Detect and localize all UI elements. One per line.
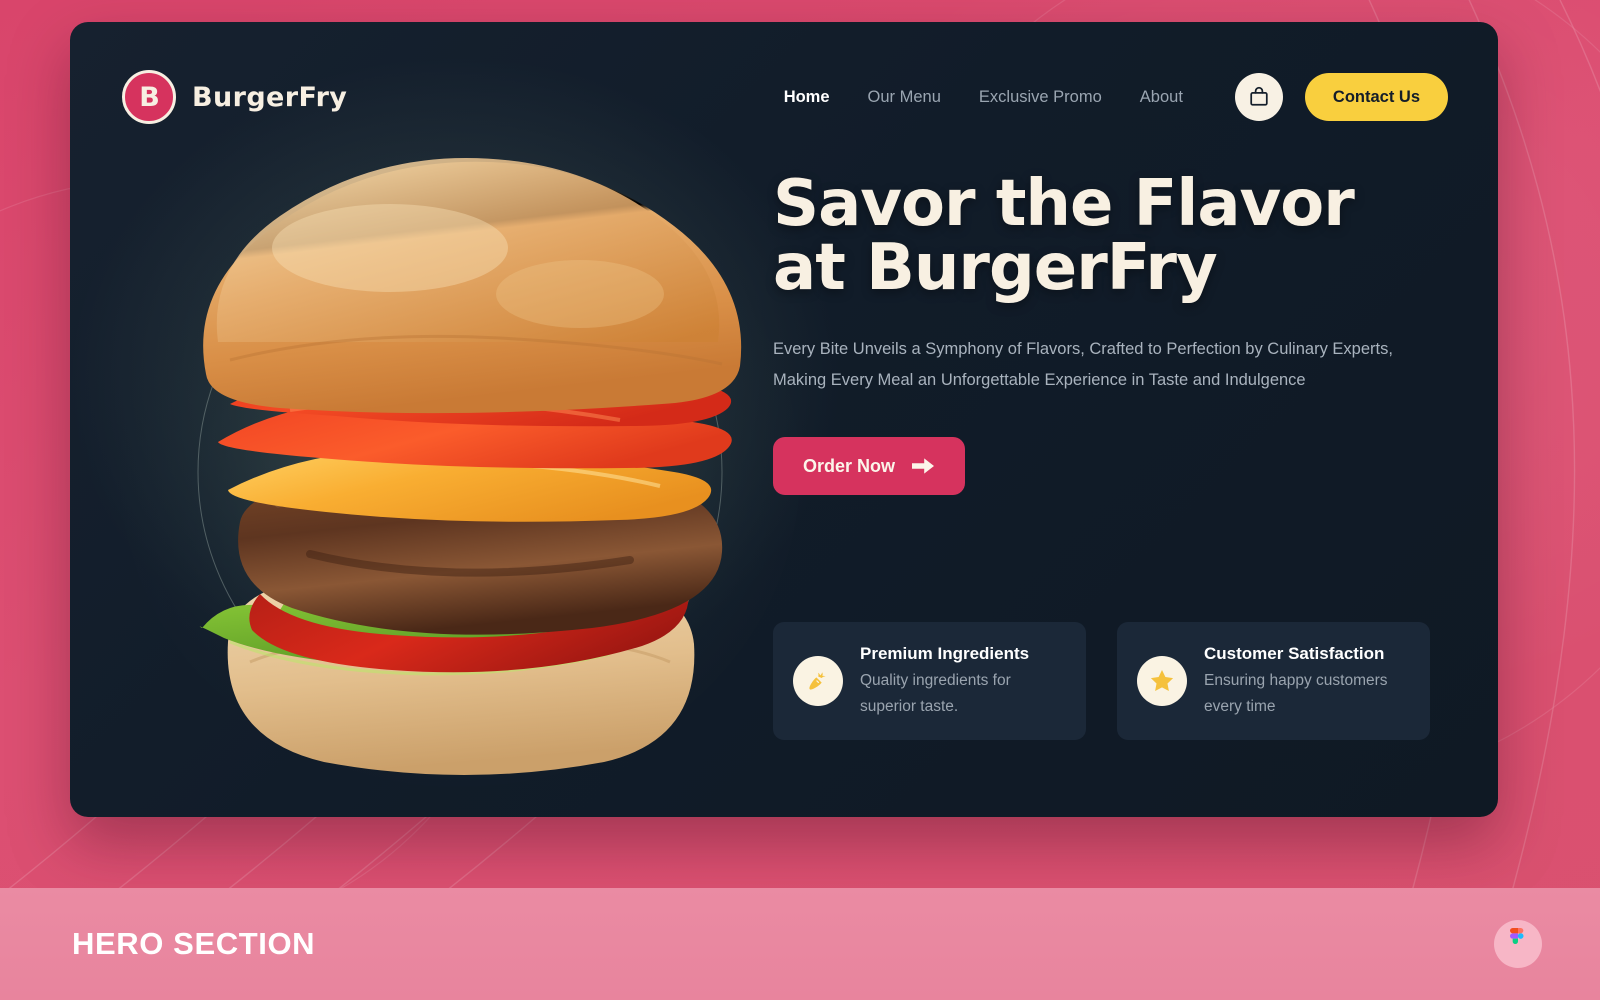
feature-text-satisfaction: Customer Satisfaction Ensuring happy cus… bbox=[1204, 643, 1400, 718]
burger-image bbox=[110, 142, 810, 802]
brand-badge-letter: B bbox=[139, 81, 160, 113]
feature-card-premium-ingredients[interactable]: Premium Ingredients Quality ingredients … bbox=[773, 622, 1086, 740]
order-now-button[interactable]: Order Now bbox=[773, 437, 966, 496]
feature-description: Quality ingredients for superior taste. bbox=[860, 672, 1011, 715]
hero-subtitle-line-1: Every Bite Unveils a Symphony of Flavors… bbox=[773, 340, 1393, 358]
section-label: HERO SECTION bbox=[72, 926, 316, 961]
feature-cards: Premium Ingredients Quality ingredients … bbox=[773, 622, 1430, 740]
brand-logo[interactable]: B BurgerFry bbox=[122, 70, 347, 124]
figma-logo-icon bbox=[1510, 928, 1524, 944]
shopping-bag-icon bbox=[1250, 86, 1268, 106]
feature-title: Customer Satisfaction bbox=[1204, 644, 1385, 664]
arrow-right-icon bbox=[912, 458, 935, 474]
hero-subtitle: Every Bite Unveils a Symphony of Flavors… bbox=[773, 334, 1433, 395]
nav-item-our-menu[interactable]: Our Menu bbox=[868, 88, 941, 107]
burger-illustration bbox=[120, 157, 800, 787]
header-actions: Contact Us bbox=[1234, 73, 1448, 121]
cart-button[interactable] bbox=[1234, 73, 1283, 121]
figma-badge[interactable] bbox=[1494, 920, 1542, 968]
contact-us-button[interactable]: Contact Us bbox=[1304, 73, 1448, 121]
star-icon bbox=[1150, 670, 1174, 692]
hero-subtitle-line-2: Making Every Meal an Unforgettable Exper… bbox=[773, 370, 1306, 389]
brand-badge-icon: B bbox=[122, 70, 176, 124]
feature-title: Premium Ingredients bbox=[860, 644, 1030, 664]
feature-text-premium: Premium Ingredients Quality ingredients … bbox=[860, 643, 1056, 718]
carrot-icon-wrapper bbox=[793, 656, 843, 706]
star-icon-wrapper bbox=[1137, 656, 1187, 706]
main-navigation: Home Our Menu Exclusive Promo About bbox=[784, 88, 1183, 107]
page-title: Savor the Flavor at BurgerFry bbox=[773, 172, 1463, 300]
brand-name: BurgerFry bbox=[192, 81, 348, 113]
nav-item-exclusive-promo[interactable]: Exclusive Promo bbox=[979, 88, 1102, 107]
carrot-icon bbox=[809, 672, 826, 690]
feature-description: Ensuring happy customers every time bbox=[1204, 672, 1388, 715]
hero-section: B BurgerFry Home Our Menu Exclusive Prom… bbox=[70, 22, 1498, 817]
page-title-line-1: Savor the Flavor bbox=[773, 167, 1355, 241]
section-footer-bar: HERO SECTION bbox=[0, 888, 1600, 1000]
order-now-label: Order Now bbox=[803, 455, 896, 476]
hero-copy: Savor the Flavor at BurgerFry Every Bite… bbox=[773, 172, 1463, 496]
nav-item-home[interactable]: Home bbox=[784, 88, 830, 107]
nav-item-about[interactable]: About bbox=[1140, 88, 1183, 107]
page-title-line-2: at BurgerFry bbox=[773, 231, 1218, 305]
feature-card-customer-satisfaction[interactable]: Customer Satisfaction Ensuring happy cus… bbox=[1117, 622, 1430, 740]
